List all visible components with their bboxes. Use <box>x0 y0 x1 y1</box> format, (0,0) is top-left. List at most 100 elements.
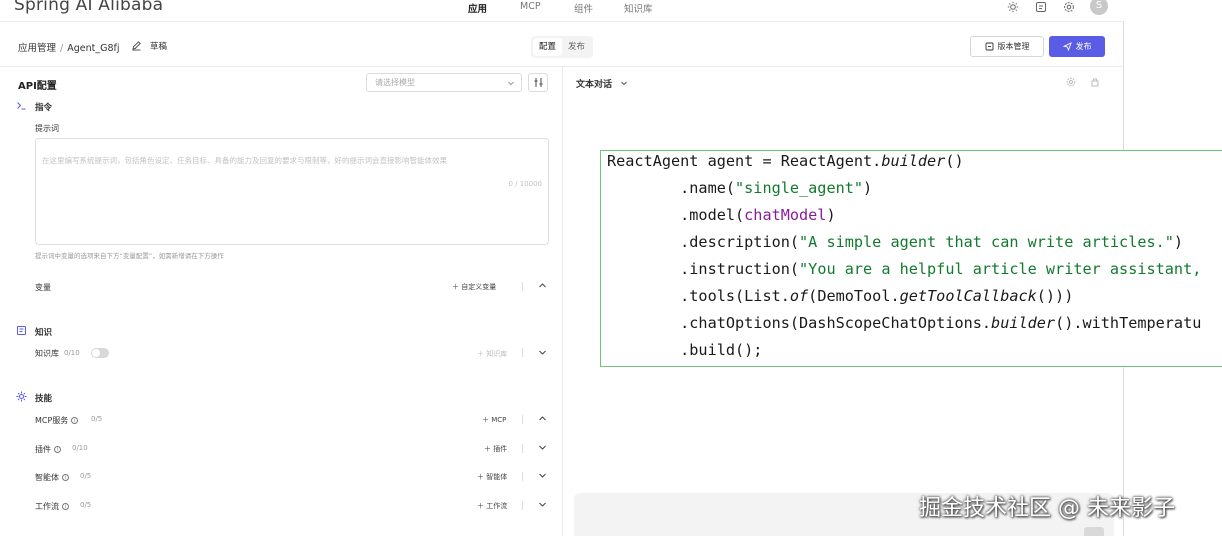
workflow-label-text: 工作流 <box>35 502 59 511</box>
chat-mode-label: 文本对话 <box>576 80 613 90</box>
docs-icon[interactable] <box>1035 1 1047 13</box>
mode-switch: 配置 发布 <box>531 36 594 58</box>
workflow-count: 0/5 <box>80 501 92 509</box>
plus-icon: ＋ <box>484 445 494 453</box>
breadcrumb-root[interactable]: 应用管理 <box>18 43 56 54</box>
publish-label: 发布 <box>1075 42 1092 51</box>
code-line-2: .name("single_agent") <box>607 179 873 197</box>
tab-config[interactable]: 配置 <box>533 38 563 56</box>
tab-publish[interactable]: 发布 <box>562 38 591 56</box>
plugin-count: 0/10 <box>72 444 88 452</box>
plus-icon: ＋ <box>477 473 487 481</box>
nav-tab-components[interactable]: 组件 <box>574 1 593 15</box>
add-variable-button[interactable]: ＋ 自定义变量 <box>452 282 496 292</box>
chevron-down-icon[interactable] <box>538 443 547 452</box>
clear-icon[interactable] <box>1090 77 1100 87</box>
code-line-5: .instruction("You are a helpful article … <box>607 260 1202 278</box>
nav-tab-apps[interactable]: 应用 <box>468 1 487 15</box>
prompt-label: 提示词 <box>35 124 59 133</box>
knowledge-base-toggle[interactable] <box>91 348 109 358</box>
mcp-service-count: 0/5 <box>91 415 103 423</box>
skills-icon <box>16 391 27 402</box>
divider <box>522 501 523 510</box>
panel-title: API配置 <box>18 81 57 92</box>
prompt-placeholder: 在这里编写系统提示词，包括角色设定、任务目标、具备的能力及回复的要求与限制等，好… <box>42 156 447 165</box>
sun-icon[interactable] <box>1007 1 1019 13</box>
plus-icon: ＋ <box>477 502 487 510</box>
divider <box>522 444 523 453</box>
knowledge-base-count: 0/10 <box>64 349 80 357</box>
breadcrumb-current: Agent_G8fj <box>67 43 120 54</box>
add-mcp-button[interactable]: ＋ MCP <box>482 415 506 425</box>
agent-label: 智能体 i <box>35 472 69 483</box>
add-mcp-label: MCP <box>491 416 507 424</box>
page-header: 应用管理 / Agent_G8fj 草稿 配置 发布 版本管理 发布 <box>0 22 1124 67</box>
chevron-down-icon <box>621 81 628 86</box>
config-panel: API配置 请选择模型 指令 提示词 在这里编写系统提示词，包括角色设定、任务目… <box>0 67 563 536</box>
prompt-hint: 提示词中变量的选项来自下方“变量配置”，如需新增请在下方操作 <box>35 252 224 260</box>
publish-button[interactable]: 发布 <box>1049 36 1105 57</box>
model-params-button[interactable] <box>528 73 548 92</box>
sliders-icon <box>534 78 543 87</box>
add-plugin-button[interactable]: ＋ 插件 <box>484 444 507 454</box>
add-variable-label: 自定义变量 <box>461 283 497 291</box>
watermark: 掘金技术社区 @ 未来影子 <box>919 496 1175 521</box>
info-icon[interactable]: i <box>71 417 79 424</box>
plugin-label: 插件 i <box>35 444 61 455</box>
version-manage-label: 版本管理 <box>997 42 1030 51</box>
edit-icon[interactable] <box>131 40 142 51</box>
settings-icon[interactable] <box>1066 77 1076 87</box>
divider <box>522 415 523 424</box>
mcp-service-label: MCP服务 i <box>35 415 79 426</box>
prompt-input[interactable]: 在这里编写系统提示词，包括角色设定、任务目标、具备的能力及回复的要求与限制等，好… <box>35 138 549 245</box>
version-manage-button[interactable]: 版本管理 <box>970 36 1044 57</box>
plus-icon: ＋ <box>482 416 492 424</box>
model-select-placeholder: 请选择模型 <box>375 78 415 87</box>
mcp-service-label-text: MCP服务 <box>35 416 69 425</box>
chevron-down-icon[interactable] <box>538 348 547 357</box>
version-icon <box>985 42 993 51</box>
chat-mode-select[interactable]: 文本对话 <box>576 77 628 90</box>
info-icon[interactable]: i <box>62 474 69 481</box>
agent-count: 0/5 <box>80 472 92 480</box>
variables-label: 变量 <box>35 283 51 292</box>
divider <box>522 472 523 481</box>
code-line-8: .build(); <box>607 341 763 359</box>
brand-logo[interactable]: Spring AI Alibaba <box>14 0 163 15</box>
plus-icon: ＋ <box>452 283 462 291</box>
code-line-3: .model(chatModel) <box>607 206 836 224</box>
settings-icon[interactable] <box>1063 1 1075 13</box>
nav-tab-knowledge[interactable]: 知识库 <box>624 1 653 15</box>
nav-tab-mcp[interactable]: MCP <box>520 1 541 12</box>
chevron-down-icon[interactable] <box>538 500 547 509</box>
plus-icon: ＋ <box>477 350 487 358</box>
add-workflow-button[interactable]: ＋ 工作流 <box>477 501 507 511</box>
send-icon <box>1062 42 1072 51</box>
chevron-up-icon[interactable] <box>538 414 547 423</box>
top-nav: Spring AI Alibaba 应用 MCP 组件 知识库 S <box>0 0 1124 22</box>
agent-label-text: 智能体 <box>35 473 59 482</box>
code-line-7: .chatOptions(DashScopeChatOptions.builde… <box>607 314 1202 332</box>
model-select[interactable]: 请选择模型 <box>366 73 522 92</box>
divider <box>522 282 523 291</box>
breadcrumb-separator: / <box>60 43 64 54</box>
workflow-label: 工作流 i <box>35 501 69 512</box>
avatar[interactable]: S <box>1090 0 1108 15</box>
code-line-1: ReactAgent agent = ReactAgent.builder() <box>607 152 964 170</box>
chevron-down-icon[interactable] <box>538 471 547 480</box>
section-title-knowledge: 知识 <box>35 328 53 338</box>
send-button[interactable] <box>1084 527 1104 536</box>
chevron-up-icon[interactable] <box>538 281 547 290</box>
add-knowledge-button[interactable]: ＋ 知识库 <box>477 349 507 359</box>
add-plugin-label: 插件 <box>493 445 508 453</box>
status-badge: 草稿 <box>150 42 168 52</box>
plugin-label-text: 插件 <box>35 445 51 454</box>
chevron-down-icon <box>508 81 514 86</box>
info-icon[interactable]: i <box>54 446 61 453</box>
info-icon[interactable]: i <box>62 503 69 510</box>
add-knowledge-label: 知识库 <box>486 350 508 358</box>
code-line-6: .tools(List.of(DemoTool.getToolCallback(… <box>607 287 1074 305</box>
add-agent-button[interactable]: ＋ 智能体 <box>477 472 507 482</box>
add-workflow-label: 工作流 <box>486 502 508 510</box>
code-snippet: ReactAgent agent = ReactAgent.builder() … <box>600 150 1222 367</box>
